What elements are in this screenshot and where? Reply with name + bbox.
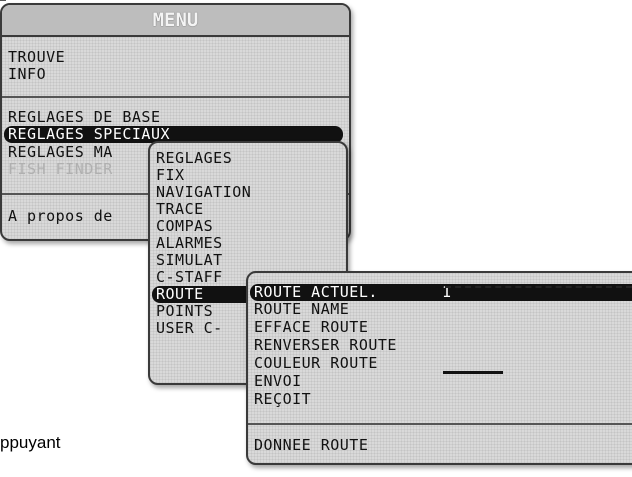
route-menu-panel: ROUTE ACTUEL. 1 ROUTE NAME EFFACE ROUTE … [246, 271, 632, 465]
submenu-item-navigation[interactable]: NAVIGATION [156, 184, 340, 201]
route-item-renverser-route[interactable]: RENVERSER ROUTE [254, 337, 632, 354]
menu-item-trouve[interactable]: TROUVE [8, 49, 343, 66]
menu-item-info[interactable]: INFO [8, 66, 343, 83]
submenu-item-alarmes[interactable]: ALARMES [156, 235, 340, 252]
route-item-route-name[interactable]: ROUTE NAME [254, 301, 632, 318]
submenu-item-compas[interactable]: COMPAS [156, 218, 340, 235]
menu-separator [2, 96, 349, 98]
route-actuel-label: ROUTE ACTUEL. [254, 283, 378, 301]
caption-text: ppuyant [0, 433, 61, 452]
submenu-item-reglages[interactable]: REGLAGES [156, 150, 340, 167]
submenu-item-simulat[interactable]: SIMULAT [156, 252, 340, 269]
route-item-envoi[interactable]: ENVOI [254, 373, 632, 390]
menu-title: MENU [2, 5, 349, 37]
route-separator [248, 423, 632, 425]
route-name-field[interactable] [445, 286, 632, 289]
submenu-item-fix[interactable]: FIX [156, 167, 340, 184]
menu-item-reglages-de-base[interactable]: REGLAGES DE BASE [8, 109, 343, 126]
route-item-efface-route[interactable]: EFFACE ROUTE [254, 319, 632, 336]
route-item-donnee-route[interactable]: DONNEE ROUTE [254, 437, 632, 454]
route-item-couleur-route[interactable]: COULEUR ROUTE [254, 355, 632, 372]
submenu-item-trace[interactable]: TRACE [156, 201, 340, 218]
route-color-swatch [443, 371, 503, 374]
route-item-recoit[interactable]: REÇOIT [254, 391, 632, 408]
